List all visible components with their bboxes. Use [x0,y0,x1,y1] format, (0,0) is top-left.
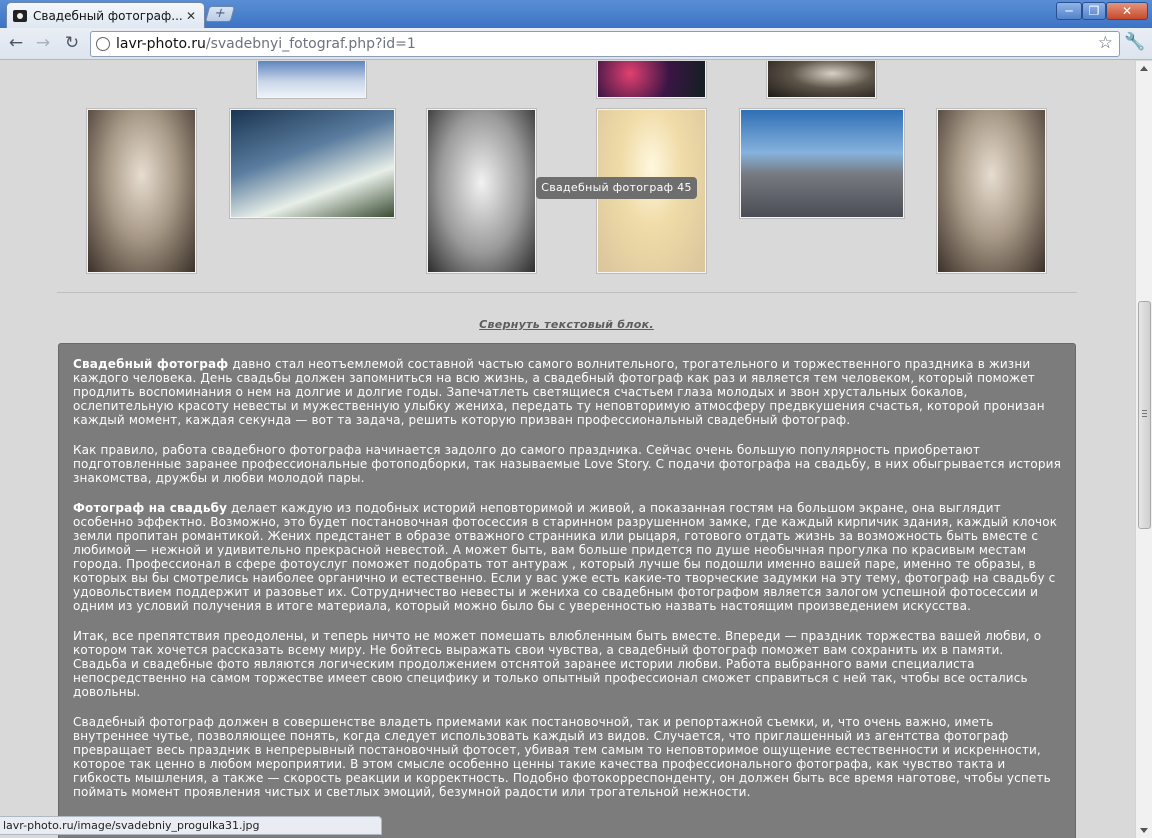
grip-icon [1142,410,1147,417]
url-domain: lavr-photo.ru [116,36,206,52]
gallery-thumbnail[interactable] [937,109,1046,273]
wrench-icon[interactable]: 🔧 [1124,32,1145,52]
reload-icon[interactable]: ↻ [61,33,83,55]
gallery-thumbnail[interactable] [427,109,536,273]
page-viewport: Свадебный фотограф 45 Свернуть текстовый… [0,61,1135,838]
gallery-thumbnail[interactable] [767,61,876,98]
article-paragraph: Итак, все препятствия преодолены, и тепе… [73,629,1042,699]
gallery-thumbnail[interactable] [257,61,366,98]
close-window-button[interactable]: ✕ [1106,2,1148,20]
article-paragraph: Как правило, работа свадебного фотографа… [73,443,1061,485]
gallery-thumbnail[interactable] [230,109,395,218]
browser-toolbar: ← → ↻ lavr-photo.ru/svadebnyi_fotograf.p… [0,28,1152,60]
browser-tab[interactable]: Свадебный фотограф.... ✕ [6,2,205,28]
article-bold-term: Свадебный фотограф [73,357,229,371]
article-paragraph: Фотограф на свадьбу делает каждую из под… [73,501,1061,613]
collapse-text-link[interactable]: Свернуть текстовый блок. [0,318,1133,331]
url-path: /svadebnyi_fotograf.php?id=1 [205,36,416,52]
tab-title: Свадебный фотограф.... [33,8,184,23]
article-text-block: Свадебный фотограф давно стал неотъемлем… [58,343,1076,838]
maximize-button[interactable]: ❐ [1082,2,1106,20]
status-bar: lavr-photo.ru/image/svadebniy_progulka31… [0,816,382,835]
vertical-scrollbar[interactable] [1135,61,1152,838]
new-tab-button[interactable]: + [204,6,236,22]
camera-icon [13,9,27,22]
scroll-up-icon[interactable] [1140,66,1148,71]
article-bold-term: Фотограф на свадьбу [73,501,228,515]
scroll-down-icon[interactable] [1140,828,1148,833]
window-titlebar: Свадебный фотограф.... ✕ + ─ ❐ ✕ [0,0,1152,28]
gallery-thumbnail[interactable] [740,109,904,218]
scrollbar-thumb[interactable] [1138,301,1151,529]
globe-icon [96,37,110,51]
article-paragraph: Свадебный фотограф должен в совершенстве… [73,715,1051,799]
article-text: делает каждую из подобных историй неповт… [73,501,1058,613]
address-bar[interactable]: lavr-photo.ru/svadebnyi_fotograf.php?id=… [90,31,1120,57]
forward-icon[interactable]: → [32,33,54,55]
gallery-thumbnail[interactable] [597,61,706,98]
article-paragraph: Свадебный фотограф давно стал неотъемлем… [73,357,1061,427]
url-text[interactable]: lavr-photo.ru/svadebnyi_fotograf.php?id=… [116,36,416,52]
minimize-button[interactable]: ─ [1056,2,1082,20]
bookmark-star-icon[interactable]: ☆ [1098,33,1113,53]
thumbnail-tooltip: Свадебный фотограф 45 [536,177,697,199]
gallery-thumbnail[interactable] [87,109,196,273]
divider [57,292,1077,293]
back-icon[interactable]: ← [5,33,27,55]
close-tab-icon[interactable]: ✕ [184,9,198,23]
